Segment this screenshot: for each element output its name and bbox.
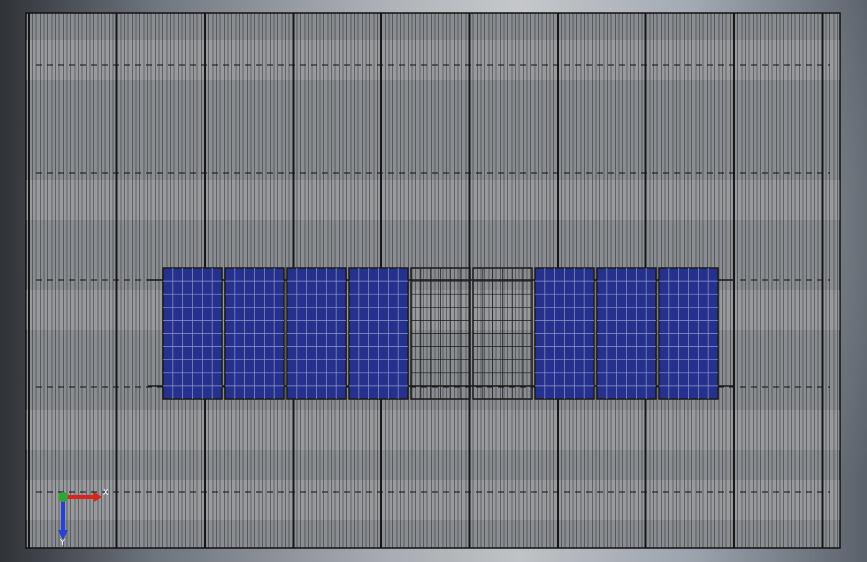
z-axis-icon [58, 492, 68, 502]
model-drawing[interactable]: X Y [0, 0, 867, 562]
solar-panel[interactable] [410, 267, 471, 400]
roof-shade-band [26, 410, 840, 450]
roof-shade-band [26, 480, 840, 520]
solar-panel-array[interactable] [148, 267, 735, 400]
solar-panel[interactable] [348, 267, 409, 400]
solar-panel[interactable] [162, 267, 223, 400]
solar-panel[interactable] [286, 267, 347, 400]
solar-panel[interactable] [596, 267, 657, 400]
x-axis-label: X [103, 488, 109, 497]
solar-panel[interactable] [472, 267, 533, 400]
y-axis-label: Y [59, 538, 65, 547]
solar-panel[interactable] [658, 267, 719, 400]
graphics-viewport[interactable]: X Y [0, 0, 867, 562]
roof-shade-band [26, 180, 840, 220]
solar-panel[interactable] [534, 267, 595, 400]
solar-panel[interactable] [224, 267, 285, 400]
roof-shade-band [26, 40, 840, 80]
